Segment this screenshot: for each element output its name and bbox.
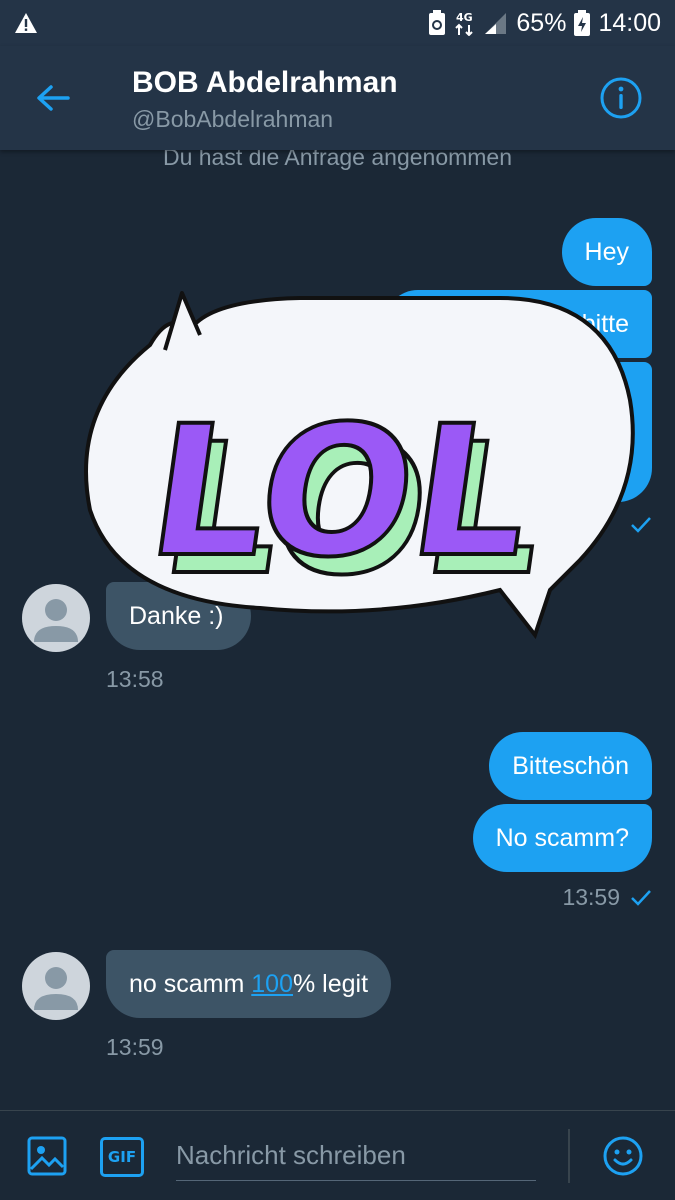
gif-icon: GIF bbox=[107, 1148, 137, 1166]
info-button[interactable] bbox=[599, 76, 643, 120]
svg-text:4G: 4G bbox=[456, 11, 473, 24]
message-meta: 13:59 bbox=[562, 884, 652, 911]
timestamp-text: 13:59 bbox=[562, 884, 620, 910]
clock: 14:00 bbox=[598, 8, 661, 37]
warning-icon bbox=[14, 12, 38, 34]
message-bubble-sent[interactable]: Hey bbox=[561, 218, 652, 286]
status-bar: 4G 65% 14:00 bbox=[0, 0, 675, 46]
message-text: no scamm 100% legit bbox=[129, 969, 369, 998]
message-text: Bitteschön bbox=[512, 751, 629, 780]
default-avatar-icon bbox=[34, 967, 78, 1010]
message-text-part: % legit bbox=[292, 969, 369, 998]
sent-check-icon bbox=[631, 889, 651, 906]
message-text: Hey bbox=[584, 237, 629, 266]
image-icon bbox=[27, 1136, 67, 1176]
message-bubble-sent[interactable]: Bitteschön bbox=[489, 732, 652, 800]
lol-sticker: LOL LOL bbox=[84, 291, 635, 640]
sticker-text: LOL bbox=[138, 387, 543, 597]
emoji-button[interactable] bbox=[602, 1135, 644, 1177]
message-text-part: no scamm bbox=[129, 969, 252, 998]
conversation-header: BOB Abdelrahman @BobAbdelrahman bbox=[0, 46, 675, 150]
battery-saver-icon bbox=[428, 10, 446, 36]
battery-percent: 65% bbox=[516, 8, 567, 37]
message-text: No scamm? bbox=[495, 823, 629, 852]
emoji-icon bbox=[603, 1136, 643, 1176]
gif-button[interactable]: GIF bbox=[100, 1137, 144, 1177]
message-link[interactable]: 100 bbox=[251, 970, 293, 998]
conversation-handle: @BobAbdelrahman bbox=[132, 106, 334, 132]
message-composer: GIF bbox=[0, 1110, 675, 1200]
status-right: 4G 65% 14:00 bbox=[428, 9, 661, 38]
message-timestamp: 13:58 bbox=[106, 666, 164, 693]
timestamp-text: 13:59 bbox=[106, 1034, 164, 1060]
request-accepted-note: Du hast die Anfrage angenommen bbox=[162, 150, 513, 170]
back-arrow-icon bbox=[37, 85, 70, 111]
message-input[interactable] bbox=[176, 1131, 536, 1181]
timestamp-text: 13:58 bbox=[106, 666, 164, 692]
composer-divider bbox=[568, 1129, 570, 1183]
avatar[interactable] bbox=[22, 952, 90, 1020]
add-image-button[interactable] bbox=[26, 1135, 68, 1177]
message-bubble-sent[interactable]: No scamm? bbox=[472, 804, 652, 872]
signal-icon bbox=[484, 11, 508, 35]
conversation-title[interactable]: BOB Abdelrahman bbox=[132, 66, 398, 100]
info-icon bbox=[600, 77, 642, 119]
message-timestamp: 13:59 bbox=[106, 1034, 164, 1061]
network-4g-icon: 4G bbox=[454, 10, 476, 36]
back-button[interactable] bbox=[30, 78, 76, 118]
battery-charging-icon bbox=[574, 10, 591, 36]
message-bubble-received[interactable]: no scamm 100% legit bbox=[106, 950, 392, 1018]
conversation-area[interactable]: Du hast die Anfrage angenommen Hey bitte… bbox=[0, 150, 675, 1110]
